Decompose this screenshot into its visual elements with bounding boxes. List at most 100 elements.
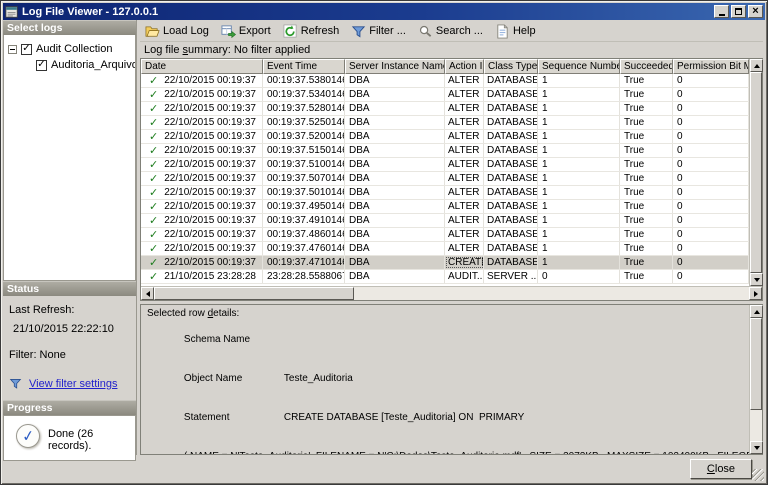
toolbar: Load Log Export Refresh Filter ... Searc… — [140, 20, 763, 42]
progress-header: Progress — [3, 400, 136, 415]
table-row[interactable]: 22/10/2015 00:19:37 00:19:37.4950146 DBA… — [141, 200, 749, 214]
maximize-icon — [735, 8, 742, 15]
help-button[interactable]: Help — [492, 22, 541, 40]
details-vertical-scrollbar[interactable] — [749, 305, 763, 454]
scroll-down-button[interactable] — [750, 441, 763, 454]
scrollbar-thumb[interactable] — [154, 287, 354, 300]
detail-line: Statement CREATE DATABASE [Teste_Auditori… — [145, 398, 749, 437]
tree-node-label: Auditoria_Arquivo — [51, 59, 136, 71]
detail-label: Schema Name — [183, 334, 251, 345]
dialog-footer: Close — [3, 455, 765, 482]
search-icon — [419, 25, 432, 37]
scroll-left-button[interactable] — [141, 287, 154, 300]
grid-body: 22/10/2015 00:19:37 00:19:37.5380146 DBA… — [141, 74, 749, 286]
log-grid: Date Event Time Server Instance Name Act… — [140, 58, 763, 301]
scroll-up-button[interactable] — [750, 305, 763, 318]
detail-label: Statement — [183, 412, 230, 423]
down-arrow-icon — [753, 445, 760, 450]
scrollbar-thumb[interactable] — [750, 72, 762, 273]
table-row[interactable]: 22/10/2015 00:19:37 00:19:37.5010146 DBA… — [141, 186, 749, 200]
minimize-button[interactable] — [714, 5, 729, 18]
log-file-summary: Log file summary: No filter applied — [144, 44, 311, 56]
scroll-right-button[interactable] — [749, 287, 762, 300]
tree-node-auditoria-arquivo[interactable]: Auditoria_Arquivo — [6, 57, 136, 73]
filter-icon — [352, 25, 366, 38]
right-arrow-icon — [753, 290, 758, 297]
table-row[interactable]: 22/10/2015 00:19:37 00:19:37.4710146 DBA… — [141, 256, 749, 270]
detail-value: ( NAME = N'Teste_Auditoria', FILENAME = … — [184, 451, 749, 454]
table-row[interactable]: 22/10/2015 00:19:37 00:19:37.4910146 DBA… — [141, 214, 749, 228]
column-header-succeeded[interactable]: Succeeded — [620, 59, 673, 74]
tree-node-audit-collection[interactable]: Audit Collection — [6, 41, 133, 57]
scrollbar-thumb[interactable] — [750, 318, 762, 411]
detail-line: Object Name Teste_Auditoria — [145, 359, 749, 398]
help-icon — [497, 23, 508, 39]
maximize-button[interactable] — [731, 5, 746, 18]
column-header-date[interactable]: Date — [141, 59, 263, 74]
status-section: Last Refresh: 21/10/2015 22:22:10 Filter… — [3, 296, 136, 400]
table-row[interactable]: 22/10/2015 00:19:37 00:19:37.5280146 DBA… — [141, 102, 749, 116]
export-button[interactable]: Export — [218, 22, 276, 40]
auditoria-arquivo-checkbox[interactable] — [36, 59, 47, 71]
title-bar: Log File Viewer - 127.0.0.1 × — [3, 3, 765, 20]
done-check-icon: ✓ — [16, 424, 40, 448]
column-header-class-type[interactable]: Class Type — [484, 59, 538, 74]
filter-status-label: Filter: None — [9, 349, 66, 361]
grid-horizontal-scrollbar[interactable] — [141, 286, 762, 300]
column-header-server-instance[interactable]: Server Instance Name — [345, 59, 445, 74]
table-row[interactable]: 22/10/2015 00:19:37 00:19:37.5070146 DBA… — [141, 172, 749, 186]
column-header-action-id[interactable]: Action ID — [445, 59, 484, 74]
close-button[interactable]: Close — [690, 458, 752, 479]
table-row[interactable]: 22/10/2015 00:19:37 00:19:37.5250146 DBA… — [141, 116, 749, 130]
table-row[interactable]: 21/10/2015 23:28:28 23:28:28.5588067 DBA… — [141, 270, 749, 284]
column-header-sequence-number[interactable]: Sequence Number — [538, 59, 620, 74]
detail-line: ( NAME = N'Teste_Auditoria', FILENAME = … — [145, 437, 749, 454]
up-arrow-icon — [753, 309, 760, 314]
refresh-button[interactable]: Refresh — [280, 22, 345, 40]
load-log-button[interactable]: Load Log — [142, 22, 214, 40]
detail-value: Teste_Auditoria — [283, 373, 353, 384]
last-refresh-label: Last Refresh: — [9, 304, 75, 316]
table-row[interactable]: 22/10/2015 00:19:37 00:19:37.5100146 DBA… — [141, 158, 749, 172]
resize-grip[interactable] — [752, 469, 764, 481]
refresh-icon — [283, 24, 297, 37]
left-arrow-icon — [145, 290, 150, 297]
last-refresh-value: 21/10/2015 22:22:10 — [13, 323, 114, 335]
column-header-permission-bit-mask[interactable]: Permission Bit Mask — [673, 59, 749, 74]
table-row[interactable]: 22/10/2015 00:19:37 00:19:37.5380146 DBA… — [141, 74, 749, 88]
down-arrow-icon — [753, 277, 760, 282]
open-folder-icon — [145, 25, 160, 37]
table-row[interactable]: 22/10/2015 00:19:37 00:19:37.5340146 DBA… — [141, 88, 749, 102]
close-icon: × — [752, 4, 759, 17]
tree-node-label: Audit Collection — [36, 43, 113, 55]
details-title: Selected row details: — [147, 308, 240, 319]
table-row[interactable]: 22/10/2015 00:19:37 00:19:37.4760146 DBA… — [141, 242, 749, 256]
export-icon — [221, 24, 236, 38]
log-tree: Audit Collection Auditoria_Arquivo — [3, 35, 136, 281]
collapse-icon[interactable] — [8, 44, 17, 54]
table-row[interactable]: 22/10/2015 00:19:37 00:19:37.4860146 DBA… — [141, 228, 749, 242]
up-arrow-icon — [753, 63, 760, 68]
app-icon — [5, 5, 18, 18]
view-filter-settings-link[interactable]: View filter settings — [29, 378, 117, 390]
details-lines: Schema Name Object Name Teste_Auditoria S… — [145, 320, 749, 454]
scroll-up-button[interactable] — [750, 59, 763, 72]
close-window-button[interactable]: × — [748, 5, 763, 18]
detail-line: Schema Name — [145, 320, 749, 359]
status-header: Status — [3, 281, 136, 296]
detail-label: Object Name — [183, 373, 243, 384]
grid-vertical-scrollbar[interactable] — [749, 59, 763, 286]
selected-row-details-panel: Selected row details: Schema Name Object… — [140, 304, 763, 455]
table-row[interactable]: 22/10/2015 00:19:37 00:19:37.5150146 DBA… — [141, 144, 749, 158]
search-button[interactable]: Search ... — [415, 22, 488, 40]
column-header-event-time[interactable]: Event Time — [263, 59, 345, 74]
filter-button[interactable]: Filter ... — [348, 22, 411, 40]
scroll-down-button[interactable] — [750, 273, 763, 286]
audit-collection-checkbox[interactable] — [21, 43, 32, 55]
window-title: Log File Viewer - 127.0.0.1 — [22, 5, 159, 18]
log-file-viewer-window: Log File Viewer - 127.0.0.1 × Select log… — [0, 0, 768, 485]
filter-icon — [9, 379, 22, 389]
table-row[interactable]: 22/10/2015 00:19:37 00:19:37.5200146 DBA… — [141, 130, 749, 144]
left-sidebar: Select logs Audit Collection Auditoria_A… — [3, 20, 137, 461]
detail-value: CREATE DATABASE [Teste_Auditoria] ON PRI… — [283, 412, 525, 423]
